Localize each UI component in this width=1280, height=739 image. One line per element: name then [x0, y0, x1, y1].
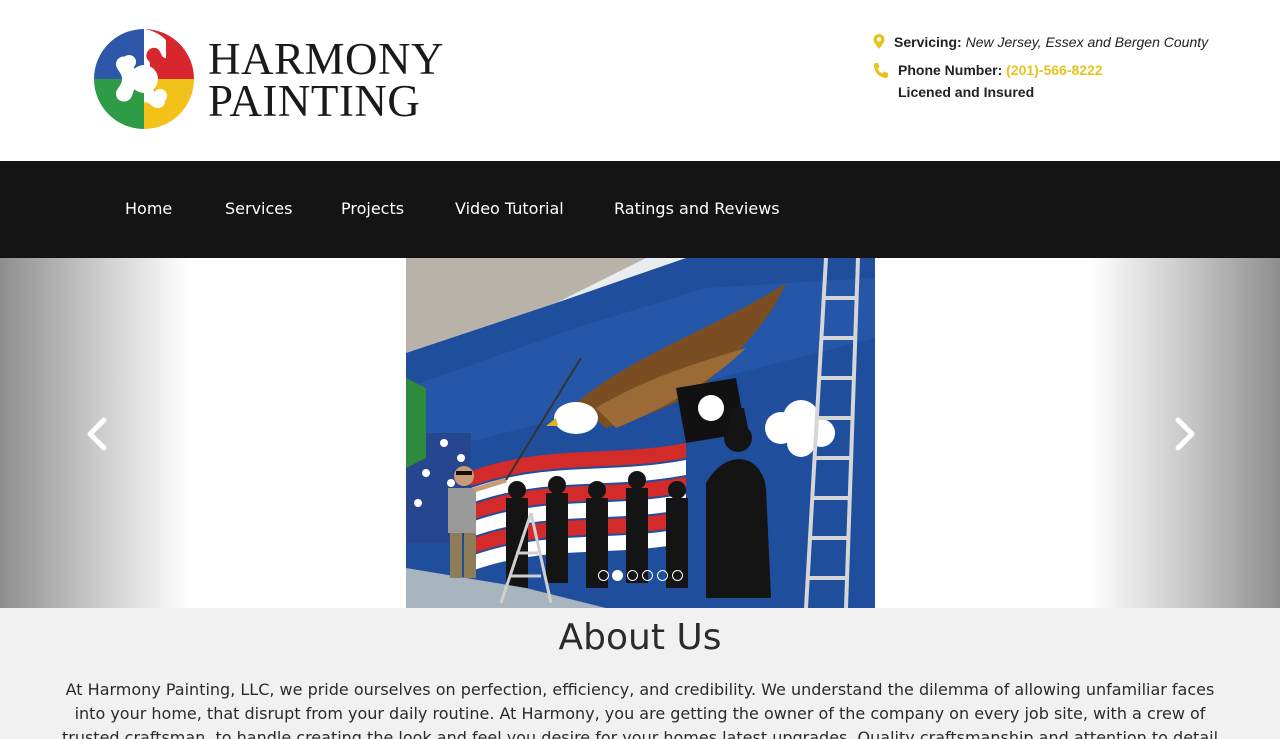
about-heading: About Us: [558, 617, 722, 658]
slider-next-arrow[interactable]: [1170, 416, 1200, 452]
logo-wordmark: HARMONY PAINTING: [208, 34, 445, 126]
nav-ratings-and-reviews[interactable]: Ratings and Reviews: [614, 199, 780, 219]
nav-video-tutorial[interactable]: Video Tutorial: [455, 199, 564, 219]
servicing-value: New Jersey, Essex and Bergen County: [965, 34, 1209, 50]
phone-row: Phone Number: (201)-566-8222: [872, 60, 1252, 82]
about-section: About Us At Harmony Painting, LLC, we pr…: [0, 608, 1280, 739]
phone-icon: [874, 63, 888, 78]
nav-home[interactable]: Home: [125, 199, 172, 219]
logo-line-1: HARMONY: [208, 34, 445, 84]
image-slider: [0, 258, 1280, 608]
slider-dot[interactable]: [598, 570, 609, 581]
licensed-text: Licened and Insured: [898, 84, 1035, 100]
slider-dot[interactable]: [672, 570, 683, 581]
slider-prev-arrow[interactable]: [82, 416, 112, 452]
site-header: HARMONY PAINTING Servicing: New Jersey, …: [0, 0, 1280, 161]
servicing-label: Servicing:: [894, 34, 962, 50]
nav-services[interactable]: Services: [225, 199, 292, 219]
map-pin-icon: [873, 34, 885, 49]
contact-info: Servicing: New Jersey, Essex and Bergen …: [872, 32, 1252, 104]
logo-line-2: PAINTING: [208, 76, 421, 126]
company-logo[interactable]: HARMONY PAINTING: [92, 26, 472, 136]
about-body: At Harmony Painting, LLC, we pride ourse…: [61, 680, 1219, 739]
slide-image-mural: [406, 258, 875, 608]
slider-dot[interactable]: [657, 570, 668, 581]
slider-pagination: [598, 570, 688, 582]
slider-dot-active[interactable]: [612, 570, 623, 581]
servicing-row: Servicing: New Jersey, Essex and Bergen …: [872, 32, 1252, 54]
main-navigation: Home Services Projects Video Tutorial Ra…: [0, 161, 1280, 258]
phone-label: Phone Number:: [898, 62, 1003, 78]
puzzle-logo-icon: [94, 29, 194, 129]
slider-dot[interactable]: [627, 570, 638, 581]
phone-link[interactable]: (201)-566-8222: [1006, 62, 1103, 78]
nav-projects[interactable]: Projects: [341, 199, 404, 219]
slider-dot[interactable]: [642, 570, 653, 581]
